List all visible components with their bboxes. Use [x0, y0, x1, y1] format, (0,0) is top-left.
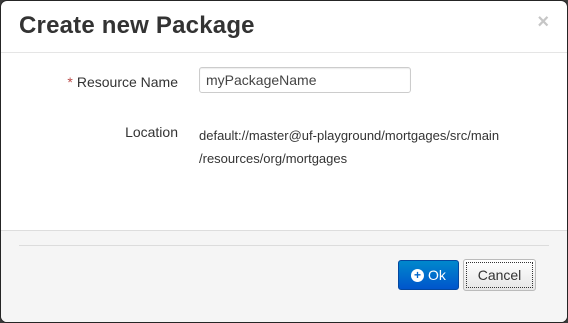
create-package-dialog: Create new Package × *Resource Name Loca… [1, 1, 567, 322]
resource-name-row: * Resource Name [1, 67, 567, 95]
plus-circle-icon: + [411, 268, 425, 282]
footer-divider [19, 245, 549, 246]
dialog-footer: + Ok Cancel [1, 230, 567, 322]
resource-name-label-text: Resource Name [76, 74, 178, 90]
ok-button-label: Ok [428, 267, 446, 283]
dialog-header: Create new Package × [1, 1, 567, 53]
dialog-title: Create new Package [19, 12, 255, 39]
resource-name-label: * Resource Name [67, 74, 178, 90]
location-value: default://master@uf-playground/mortgages… [199, 124, 519, 170]
cancel-button[interactable]: Cancel [463, 259, 536, 291]
close-icon[interactable]: × [537, 12, 549, 32]
location-value-line: default://master@uf-playground/mortgages… [199, 128, 500, 143]
ok-button[interactable]: + Ok [398, 260, 459, 290]
resource-name-input[interactable] [199, 67, 411, 93]
location-label: Location [125, 124, 178, 140]
location-value-line: /resources/org/mortgages [199, 151, 348, 166]
required-marker: * [67, 74, 73, 90]
